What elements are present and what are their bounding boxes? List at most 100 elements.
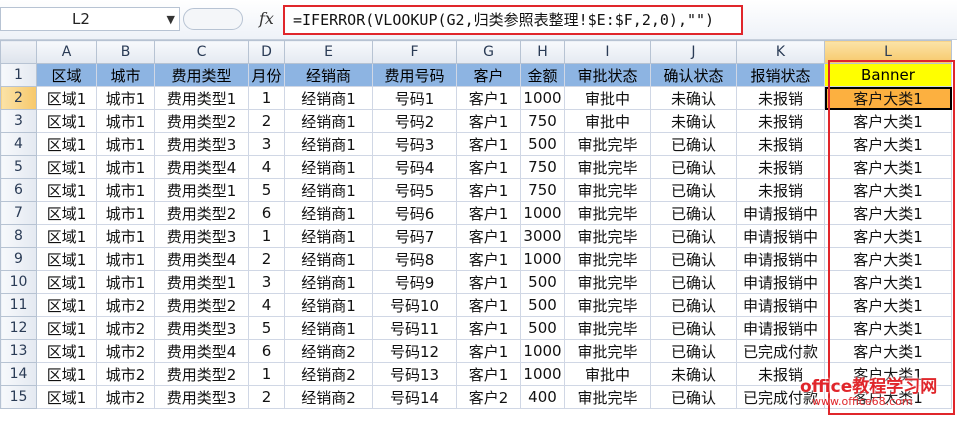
cell-a12[interactable]: 区域1 xyxy=(36,316,97,340)
cell-g15[interactable]: 客户2 xyxy=(456,385,521,409)
column-header-d[interactable]: D xyxy=(248,40,285,64)
cell-f1[interactable]: 费用号码 xyxy=(372,63,457,87)
cell-k12[interactable]: 申请报销中 xyxy=(736,316,825,340)
cell-k8[interactable]: 申请报销中 xyxy=(736,224,825,248)
cell-c11[interactable]: 费用类型2 xyxy=(154,293,249,317)
cell-d15[interactable]: 2 xyxy=(248,385,285,409)
cell-d2[interactable]: 1 xyxy=(248,86,285,110)
cell-g6[interactable]: 客户1 xyxy=(456,178,521,202)
chevron-down-icon[interactable]: ▼ xyxy=(167,10,175,30)
cell-c4[interactable]: 费用类型3 xyxy=(154,132,249,156)
column-header-b[interactable]: B xyxy=(96,40,155,64)
cell-g11[interactable]: 客户1 xyxy=(456,293,521,317)
cell-h6[interactable]: 750 xyxy=(520,178,565,202)
row-header[interactable]: 12 xyxy=(0,316,37,340)
cell-b9[interactable]: 城市1 xyxy=(96,247,155,271)
cell-e6[interactable]: 经销商1 xyxy=(284,178,373,202)
cell-d12[interactable]: 5 xyxy=(248,316,285,340)
cell-j12[interactable]: 已确认 xyxy=(650,316,737,340)
cell-a15[interactable]: 区域1 xyxy=(36,385,97,409)
cell-a5[interactable]: 区域1 xyxy=(36,155,97,179)
row-header[interactable]: 2 xyxy=(0,86,37,110)
cell-h10[interactable]: 500 xyxy=(520,270,565,294)
cell-c12[interactable]: 费用类型3 xyxy=(154,316,249,340)
column-header-k[interactable]: K xyxy=(736,40,825,64)
cell-d6[interactable]: 5 xyxy=(248,178,285,202)
cell-a9[interactable]: 区域1 xyxy=(36,247,97,271)
cell-h7[interactable]: 1000 xyxy=(520,201,565,225)
row-header[interactable]: 1 xyxy=(0,63,37,87)
cell-f13[interactable]: 号码12 xyxy=(372,339,457,363)
cell-g5[interactable]: 客户1 xyxy=(456,155,521,179)
cell-j3[interactable]: 未确认 xyxy=(650,109,737,133)
cell-g2[interactable]: 客户1 xyxy=(456,86,521,110)
cell-e11[interactable]: 经销商1 xyxy=(284,293,373,317)
cell-j11[interactable]: 已确认 xyxy=(650,293,737,317)
cell-l4[interactable]: 客户大类1 xyxy=(824,132,952,156)
column-header-e[interactable]: E xyxy=(284,40,373,64)
cell-i9[interactable]: 审批完毕 xyxy=(564,247,651,271)
cell-i8[interactable]: 审批完毕 xyxy=(564,224,651,248)
cell-j10[interactable]: 已确认 xyxy=(650,270,737,294)
cell-a8[interactable]: 区域1 xyxy=(36,224,97,248)
cell-h8[interactable]: 3000 xyxy=(520,224,565,248)
cell-c2[interactable]: 费用类型1 xyxy=(154,86,249,110)
cell-b8[interactable]: 城市1 xyxy=(96,224,155,248)
cell-j14[interactable]: 未确认 xyxy=(650,362,737,386)
cell-l6[interactable]: 客户大类1 xyxy=(824,178,952,202)
row-header[interactable]: 7 xyxy=(0,201,37,225)
cell-g14[interactable]: 客户1 xyxy=(456,362,521,386)
cell-k11[interactable]: 申请报销中 xyxy=(736,293,825,317)
cell-l13[interactable]: 客户大类1 xyxy=(824,339,952,363)
row-header[interactable]: 5 xyxy=(0,155,37,179)
cell-e14[interactable]: 经销商2 xyxy=(284,362,373,386)
row-header[interactable]: 10 xyxy=(0,270,37,294)
cell-c6[interactable]: 费用类型1 xyxy=(154,178,249,202)
cell-i12[interactable]: 审批完毕 xyxy=(564,316,651,340)
cell-k7[interactable]: 申请报销中 xyxy=(736,201,825,225)
cell-i13[interactable]: 审批完毕 xyxy=(564,339,651,363)
cell-c9[interactable]: 费用类型4 xyxy=(154,247,249,271)
cell-b15[interactable]: 城市2 xyxy=(96,385,155,409)
cell-f5[interactable]: 号码4 xyxy=(372,155,457,179)
cell-h13[interactable]: 1000 xyxy=(520,339,565,363)
row-header[interactable]: 14 xyxy=(0,362,37,386)
cell-d7[interactable]: 6 xyxy=(248,201,285,225)
cell-j7[interactable]: 已确认 xyxy=(650,201,737,225)
cell-f3[interactable]: 号码2 xyxy=(372,109,457,133)
cell-b1[interactable]: 城市 xyxy=(96,63,155,87)
cell-i15[interactable]: 审批完毕 xyxy=(564,385,651,409)
cell-g8[interactable]: 客户1 xyxy=(456,224,521,248)
column-header-i[interactable]: I xyxy=(564,40,651,64)
cell-k3[interactable]: 未报销 xyxy=(736,109,825,133)
cell-e1[interactable]: 经销商 xyxy=(284,63,373,87)
cell-c15[interactable]: 费用类型3 xyxy=(154,385,249,409)
cell-l10[interactable]: 客户大类1 xyxy=(824,270,952,294)
cell-a4[interactable]: 区域1 xyxy=(36,132,97,156)
cell-j2[interactable]: 未确认 xyxy=(650,86,737,110)
cell-e3[interactable]: 经销商1 xyxy=(284,109,373,133)
column-header-j[interactable]: J xyxy=(650,40,737,64)
cell-b12[interactable]: 城市2 xyxy=(96,316,155,340)
cell-e5[interactable]: 经销商1 xyxy=(284,155,373,179)
formula-cancel-enter-buttons[interactable] xyxy=(183,8,243,30)
cell-e12[interactable]: 经销商1 xyxy=(284,316,373,340)
cell-g1[interactable]: 客户 xyxy=(456,63,521,87)
cell-b4[interactable]: 城市1 xyxy=(96,132,155,156)
cell-e15[interactable]: 经销商2 xyxy=(284,385,373,409)
cell-d1[interactable]: 月份 xyxy=(248,63,285,87)
cell-a11[interactable]: 区域1 xyxy=(36,293,97,317)
cell-i1[interactable]: 审批状态 xyxy=(564,63,651,87)
cell-a10[interactable]: 区域1 xyxy=(36,270,97,294)
cell-g4[interactable]: 客户1 xyxy=(456,132,521,156)
row-header[interactable]: 8 xyxy=(0,224,37,248)
cell-g12[interactable]: 客户1 xyxy=(456,316,521,340)
column-header-l[interactable]: L xyxy=(824,40,952,64)
cell-h9[interactable]: 1000 xyxy=(520,247,565,271)
cell-a1[interactable]: 区域 xyxy=(36,63,97,87)
cell-l1[interactable]: Banner xyxy=(824,63,952,87)
cell-i5[interactable]: 审批完毕 xyxy=(564,155,651,179)
select-all-corner[interactable] xyxy=(0,40,37,64)
cell-d5[interactable]: 4 xyxy=(248,155,285,179)
cell-c14[interactable]: 费用类型2 xyxy=(154,362,249,386)
